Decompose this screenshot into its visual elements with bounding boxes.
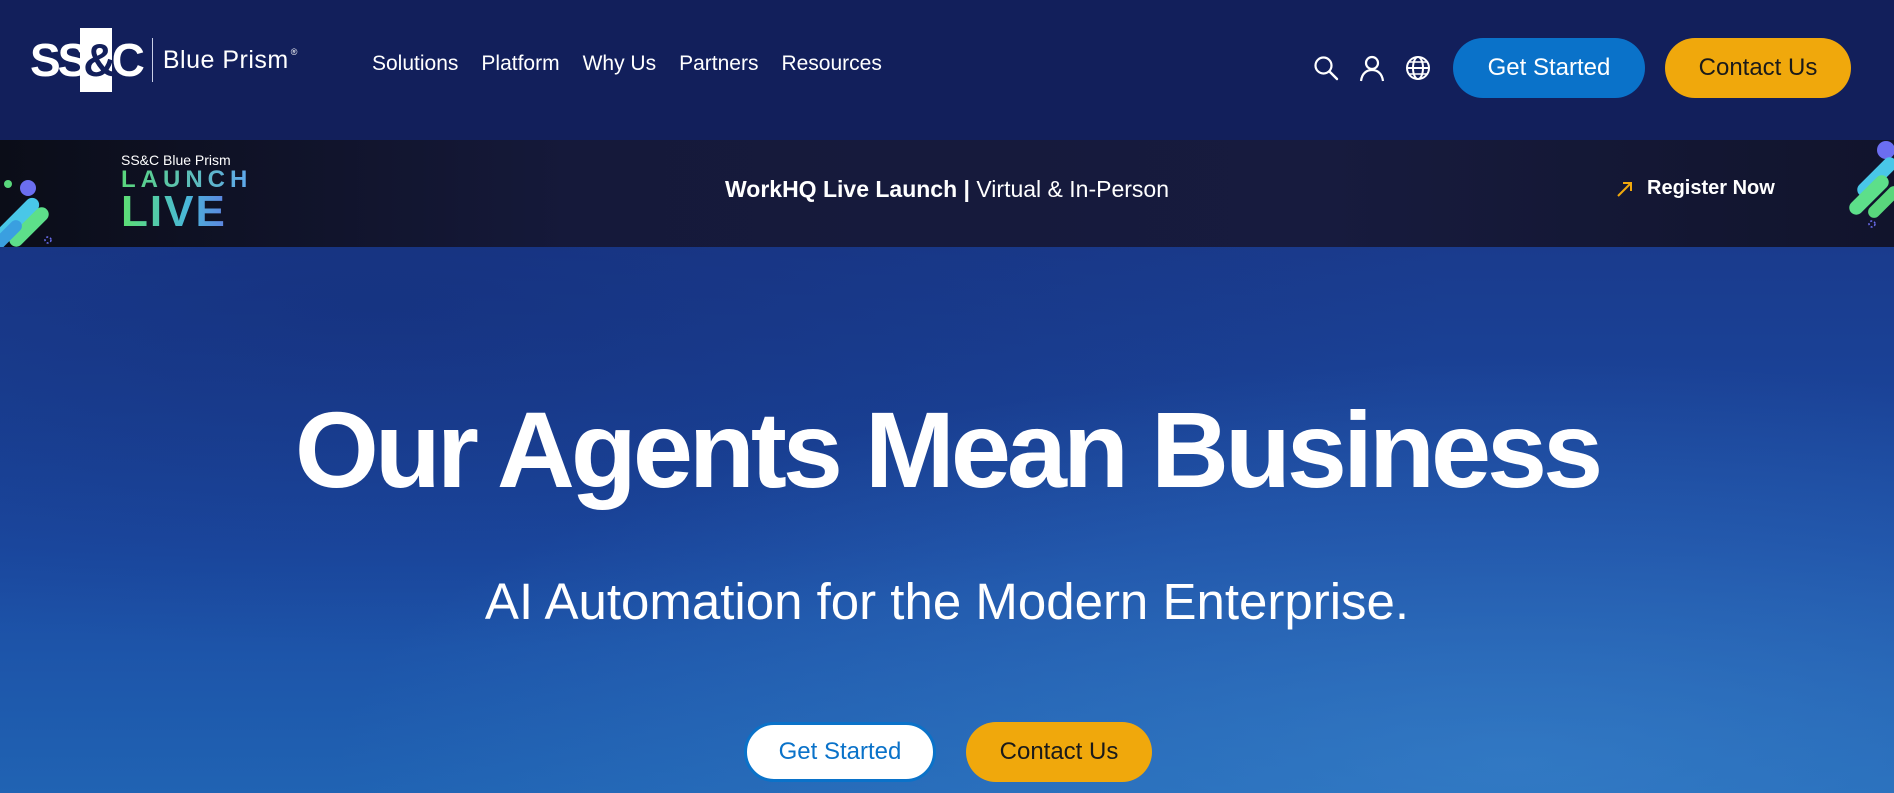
nav-resources[interactable]: Resources	[781, 52, 881, 76]
hero-subtitle: AI Automation for the Modern Enterprise.	[484, 573, 1410, 630]
header-contact-us-button[interactable]: Contact Us	[1665, 38, 1851, 98]
nav-solutions[interactable]: Solutions	[372, 52, 458, 76]
nav-partners[interactable]: Partners	[679, 52, 758, 76]
logo[interactable]: SS & C Blue Prism ®	[30, 28, 297, 92]
hero-contact-us-button[interactable]: Contact Us	[966, 722, 1152, 782]
nav-platform[interactable]: Platform	[481, 52, 559, 76]
hero-get-started-button[interactable]: Get Started	[744, 722, 936, 782]
header-get-started-button[interactable]: Get Started	[1453, 38, 1645, 98]
event-banner[interactable]: SS&C Blue Prism LAUNCH LIVE WorkHQ Live …	[0, 140, 1894, 247]
logo-product-name: Blue Prism	[162, 45, 289, 74]
logo-divider	[151, 38, 153, 82]
event-separator: |	[957, 176, 977, 202]
banner-decoration-right	[1849, 141, 1894, 228]
register-now-label: Register Now	[1647, 177, 1775, 199]
logo-registered-mark: ®	[290, 47, 298, 57]
globe-icon[interactable]	[1404, 54, 1432, 82]
nav-why-us[interactable]: Why Us	[583, 52, 657, 76]
user-icon[interactable]	[1358, 54, 1386, 82]
event-format: Virtual & In-Person	[976, 176, 1169, 202]
hero-title: Our Agents Mean Business	[294, 389, 1603, 510]
site-header: SS & C Blue Prism ® Solutions Platform Why…	[0, 0, 1894, 140]
main-nav: Solutions Platform Why Us Partners Resou…	[372, 52, 882, 76]
logo-mark: SS & C	[30, 28, 145, 92]
header-icons	[1312, 54, 1432, 82]
event-title: WorkHQ Live Launch | Virtual & In-Person	[0, 176, 1894, 203]
register-now-link[interactable]: Register Now	[1615, 177, 1775, 200]
arrow-up-right-icon	[1617, 181, 1632, 197]
search-icon[interactable]	[1312, 54, 1340, 82]
event-name: WorkHQ Live Launch	[724, 176, 958, 202]
hero-section: Our Agents Mean Business AI Automation f…	[0, 247, 1894, 793]
